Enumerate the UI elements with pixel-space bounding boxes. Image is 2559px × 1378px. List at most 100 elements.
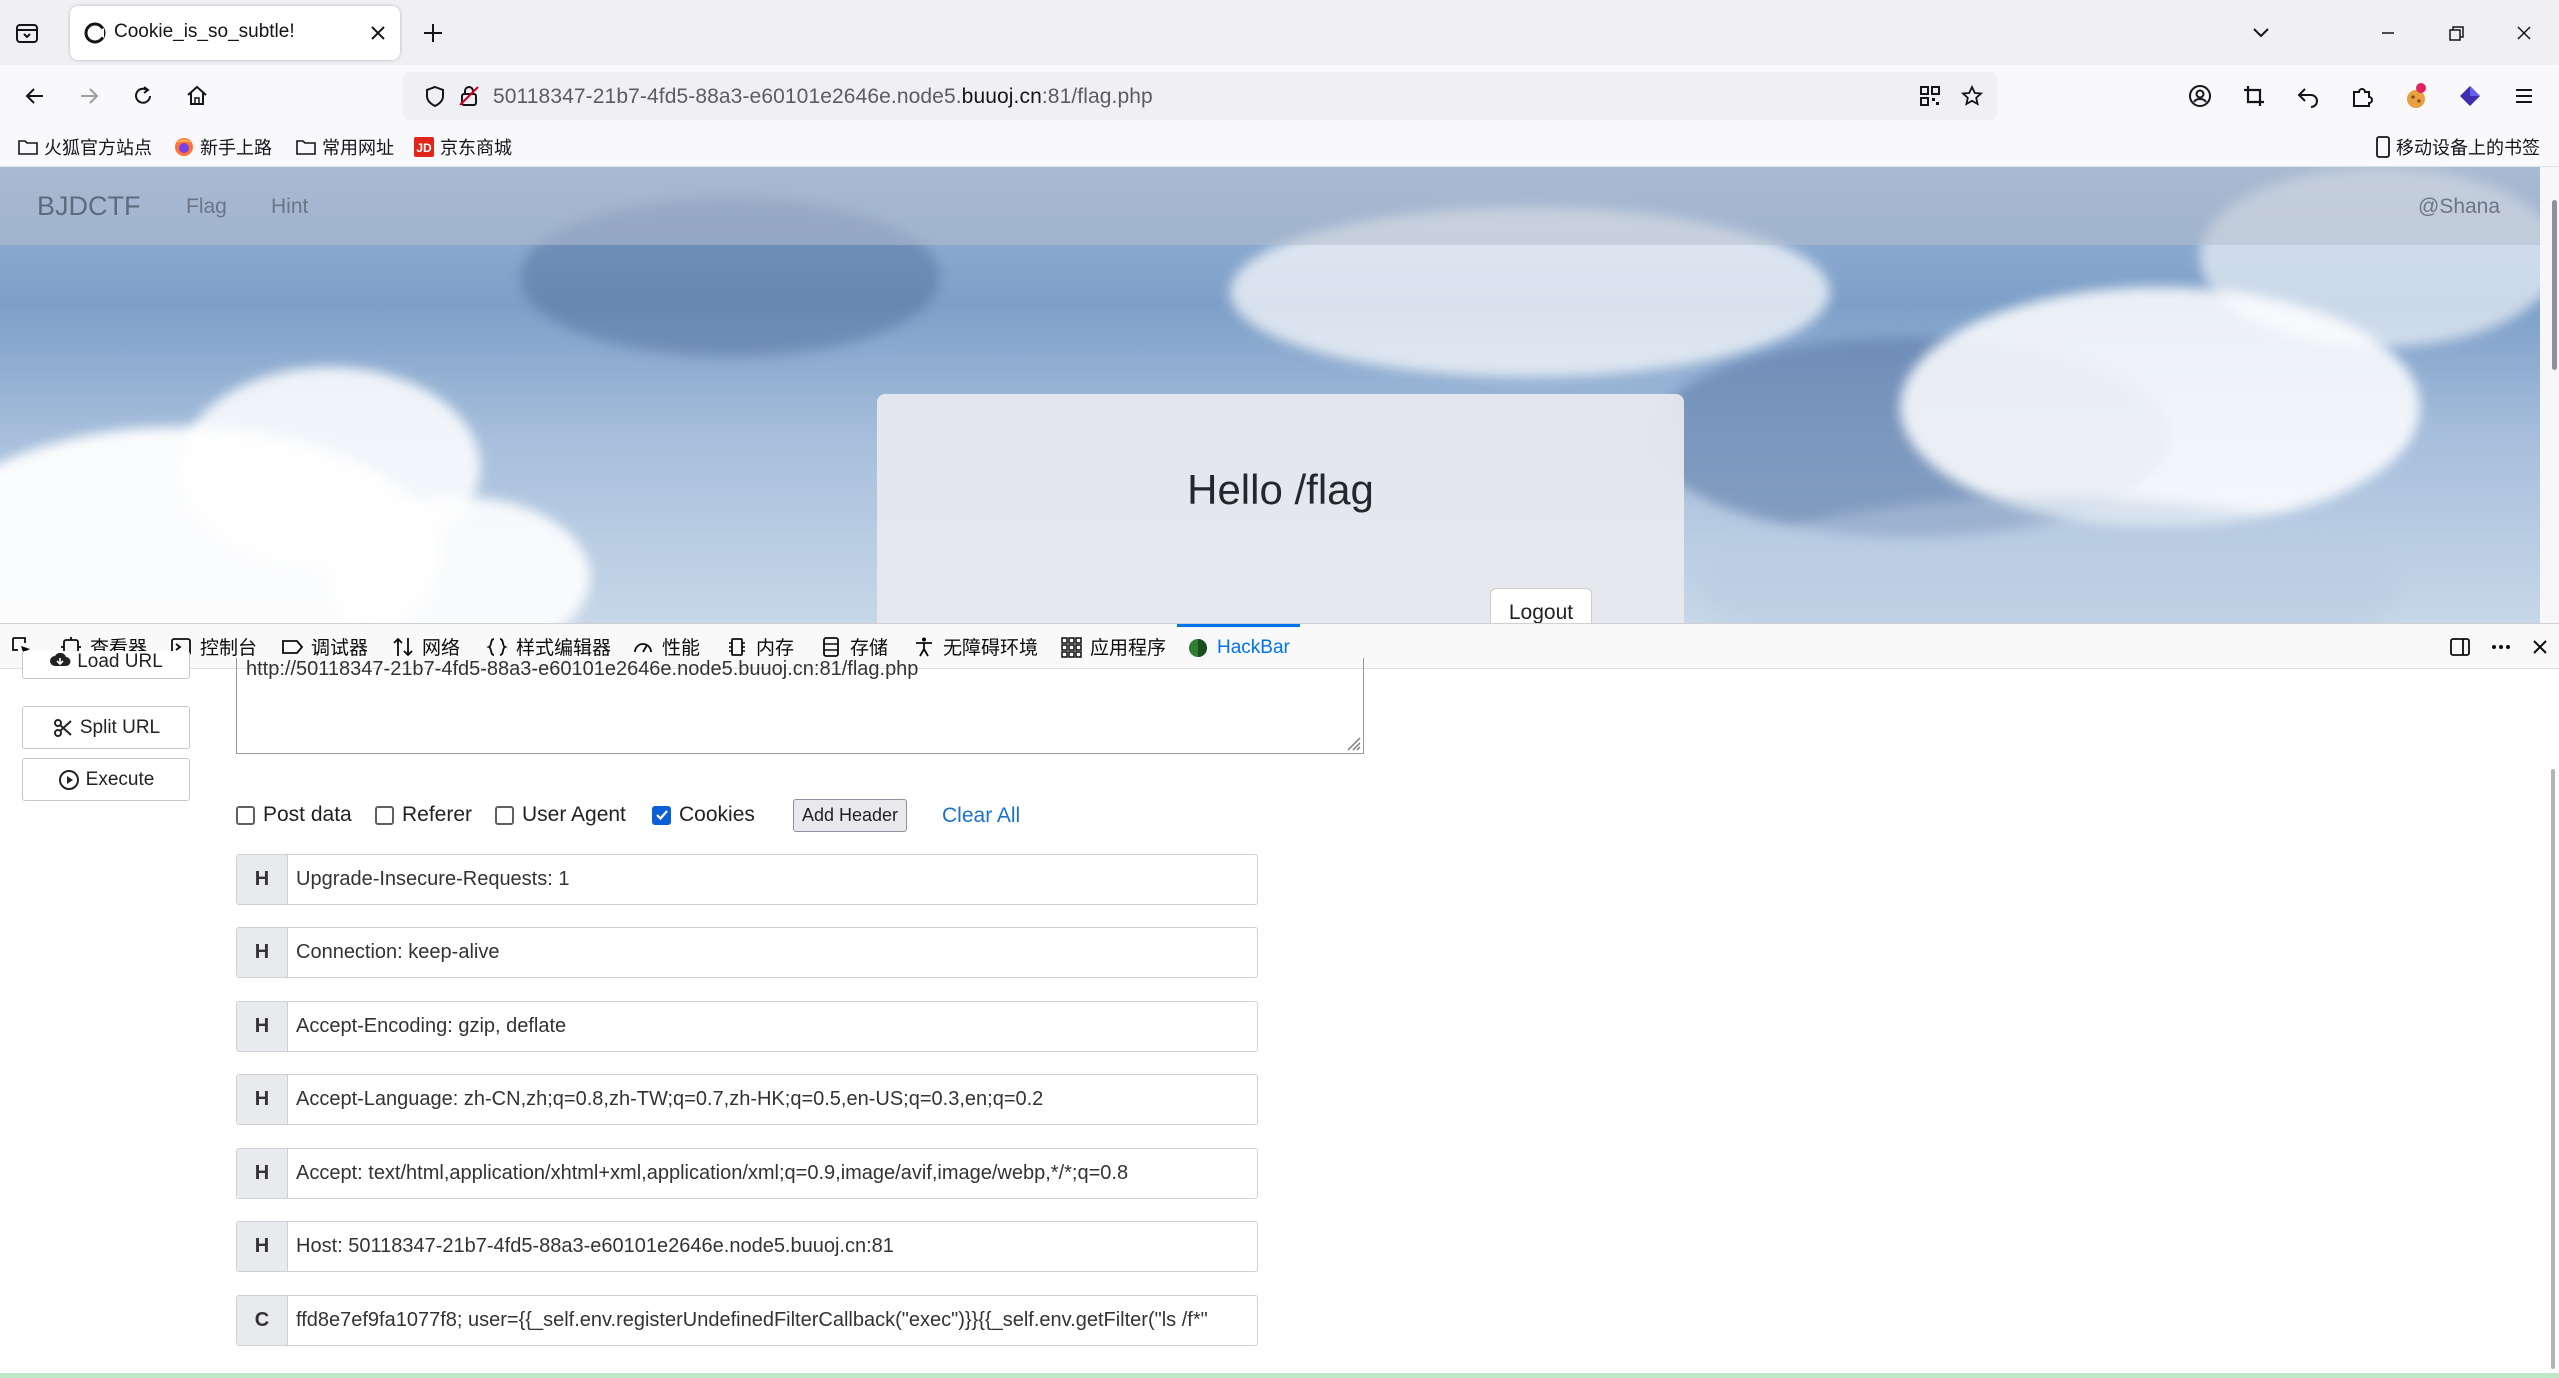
bookmark-item[interactable]: 新手上路 [173, 133, 272, 161]
application-icon [1061, 636, 1082, 658]
site-brand[interactable]: BJDCTF [37, 191, 141, 222]
address-bar[interactable]: 50118347-21b7-4fd5-88a3-e60101e2646e.nod… [403, 72, 1997, 120]
option-label: Referer [402, 803, 473, 826]
cookie-row[interactable]: C ffd8e7ef9fa1077f8; user={{_self.env.re… [236, 1295, 1258, 1346]
option-cookies[interactable]: Cookies [652, 802, 755, 828]
mobile-bookmarks-label: 移动设备上的书签 [2396, 138, 2540, 158]
bookmark-item[interactable]: 火狐官方站点 [17, 133, 152, 161]
debugger-icon [282, 639, 303, 654]
screenshot-crop-icon[interactable] [2233, 75, 2275, 117]
back-icon[interactable] [14, 75, 56, 117]
insecure-lock-icon[interactable] [457, 84, 481, 108]
header-value-input[interactable]: Accept: text/html,application/xhtml+xml,… [296, 1162, 1253, 1185]
header-row[interactable]: H Connection: keep-alive [236, 927, 1258, 978]
option-label: Cookies [679, 803, 755, 826]
option-user-agent[interactable]: User Agent [495, 802, 626, 828]
tab-label: 控制台 [200, 638, 258, 659]
bookmark-label: 新手上路 [200, 138, 272, 158]
execute-label: Execute [85, 768, 155, 790]
cookie-value-input[interactable]: ffd8e7ef9fa1077f8; user={{_self.env.regi… [296, 1309, 1253, 1332]
greeting-card: Hello /flag Logout [877, 394, 1684, 623]
header-type-tag: H [237, 1149, 288, 1198]
split-url-label: Split URL [79, 716, 161, 738]
user-agent-checkbox[interactable] [495, 805, 514, 825]
header-row[interactable]: H Accept-Encoding: gzip, deflate [236, 1001, 1258, 1052]
network-icon [393, 637, 413, 656]
minimize-icon[interactable] [2353, 0, 2423, 65]
nav-link-hint[interactable]: Hint [271, 195, 308, 219]
resize-handle-icon[interactable] [1343, 733, 1361, 751]
close-devtools-icon[interactable] [2523, 630, 2557, 664]
undo-icon[interactable] [2287, 75, 2329, 117]
header-row[interactable]: H Accept-Language: zh-CN,zh;q=0.8,zh-TW;… [236, 1074, 1258, 1125]
header-type-tag: H [237, 1002, 288, 1051]
restore-icon[interactable] [2421, 0, 2491, 65]
url-value: http://50118347-21b7-4fd5-88a3-e60101e26… [246, 658, 919, 680]
app-menu-icon[interactable] [2503, 75, 2545, 117]
close-tab-icon[interactable] [366, 21, 390, 45]
bookmark-star-icon[interactable] [1960, 84, 1984, 108]
referer-checkbox[interactable] [375, 805, 394, 825]
cookies-checkbox[interactable] [652, 805, 671, 825]
account-icon[interactable] [2179, 75, 2221, 117]
option-referer[interactable]: Referer [375, 802, 472, 828]
tab-label: 无障碍环境 [943, 638, 1039, 659]
forward-icon[interactable] [68, 75, 110, 117]
list-all-tabs-icon[interactable] [2248, 20, 2274, 46]
qr-code-icon[interactable] [1918, 84, 1942, 108]
option-post-data[interactable]: Post data [236, 802, 352, 828]
add-header-button[interactable]: Add Header [793, 799, 907, 832]
clear-all-link[interactable]: Clear All [942, 804, 1020, 828]
header-row[interactable]: H Host: 50118347-21b7-4fd5-88a3-e60101e2… [236, 1221, 1258, 1272]
header-value-input[interactable]: Connection: keep-alive [296, 941, 1253, 964]
tab-list-icon[interactable] [14, 20, 40, 46]
status-strip [0, 1373, 2559, 1378]
dock-side-icon[interactable] [2443, 630, 2477, 664]
tracking-protection-icon[interactable] [423, 84, 447, 108]
performance-icon [634, 642, 652, 652]
tab-label: 存储 [850, 638, 889, 659]
more-options-icon[interactable] [2484, 630, 2518, 664]
browser-tab[interactable]: Cookie_is_so_subtle! [70, 6, 400, 60]
nav-link-flag[interactable]: Flag [186, 195, 227, 219]
tab-label: 应用程序 [1090, 638, 1167, 659]
header-value-input[interactable]: Upgrade-Insecure-Requests: 1 [296, 868, 1253, 891]
web-page: BJDCTF Flag Hint @Shana Hello /flag Logo… [0, 167, 2540, 623]
logout-button[interactable]: Logout [1490, 588, 1592, 623]
split-url-button[interactable]: Split URL [22, 706, 190, 749]
tab-label: 样式编辑器 [516, 638, 612, 659]
new-tab-icon[interactable] [420, 20, 446, 46]
header-type-tag: H [237, 1075, 288, 1124]
devtools-scrollbar-thumb[interactable] [2551, 769, 2555, 1369]
load-url-button[interactable]: Load URL [22, 651, 190, 679]
extension-cube-icon[interactable] [2449, 75, 2491, 117]
nav-user[interactable]: @Shana [2418, 195, 2500, 219]
header-value-input[interactable]: Host: 50118347-21b7-4fd5-88a3-e60101e264… [296, 1235, 1253, 1258]
scissors-icon [53, 718, 72, 737]
execute-button[interactable]: Execute [22, 758, 190, 801]
bookmark-item[interactable]: JD 京东商城 [413, 133, 512, 161]
header-value-input[interactable]: Accept-Language: zh-CN,zh;q=0.8,zh-TW;q=… [296, 1088, 1253, 1111]
close-window-icon[interactable] [2489, 0, 2559, 65]
extensions-icon[interactable] [2341, 75, 2383, 117]
navigation-toolbar: 50118347-21b7-4fd5-88a3-e60101e2646e.nod… [0, 65, 2559, 127]
header-row[interactable]: H Accept: text/html,application/xhtml+xm… [236, 1148, 1258, 1199]
reload-icon[interactable] [122, 75, 164, 117]
extension-cookie-icon[interactable] [2395, 75, 2437, 117]
header-type-tag: H [237, 855, 288, 904]
header-value-input[interactable]: Accept-Encoding: gzip, deflate [296, 1015, 1253, 1038]
jd-icon: JD [414, 137, 434, 157]
bookmarks-toolbar: 火狐官方站点 新手上路 常用网址 JD 京东商城 移动设备上的书签 [0, 127, 2559, 167]
header-type-tag: H [237, 1222, 288, 1271]
mobile-bookmarks[interactable]: 移动设备上的书签 [2375, 133, 2540, 161]
svg-text:JD: JD [416, 141, 432, 155]
url-textarea[interactable]: http://50118347-21b7-4fd5-88a3-e60101e26… [236, 658, 1364, 754]
post-data-checkbox[interactable] [236, 805, 255, 825]
page-scrollbar-thumb[interactable] [2552, 200, 2557, 370]
header-row[interactable]: H Upgrade-Insecure-Requests: 1 [236, 854, 1258, 905]
tab-label: 内存 [756, 638, 795, 659]
bookmark-item[interactable]: 常用网址 [295, 133, 394, 161]
home-icon[interactable] [176, 75, 218, 117]
folder-icon [18, 140, 38, 155]
url-text[interactable]: 50118347-21b7-4fd5-88a3-e60101e2646e.nod… [493, 85, 1153, 109]
